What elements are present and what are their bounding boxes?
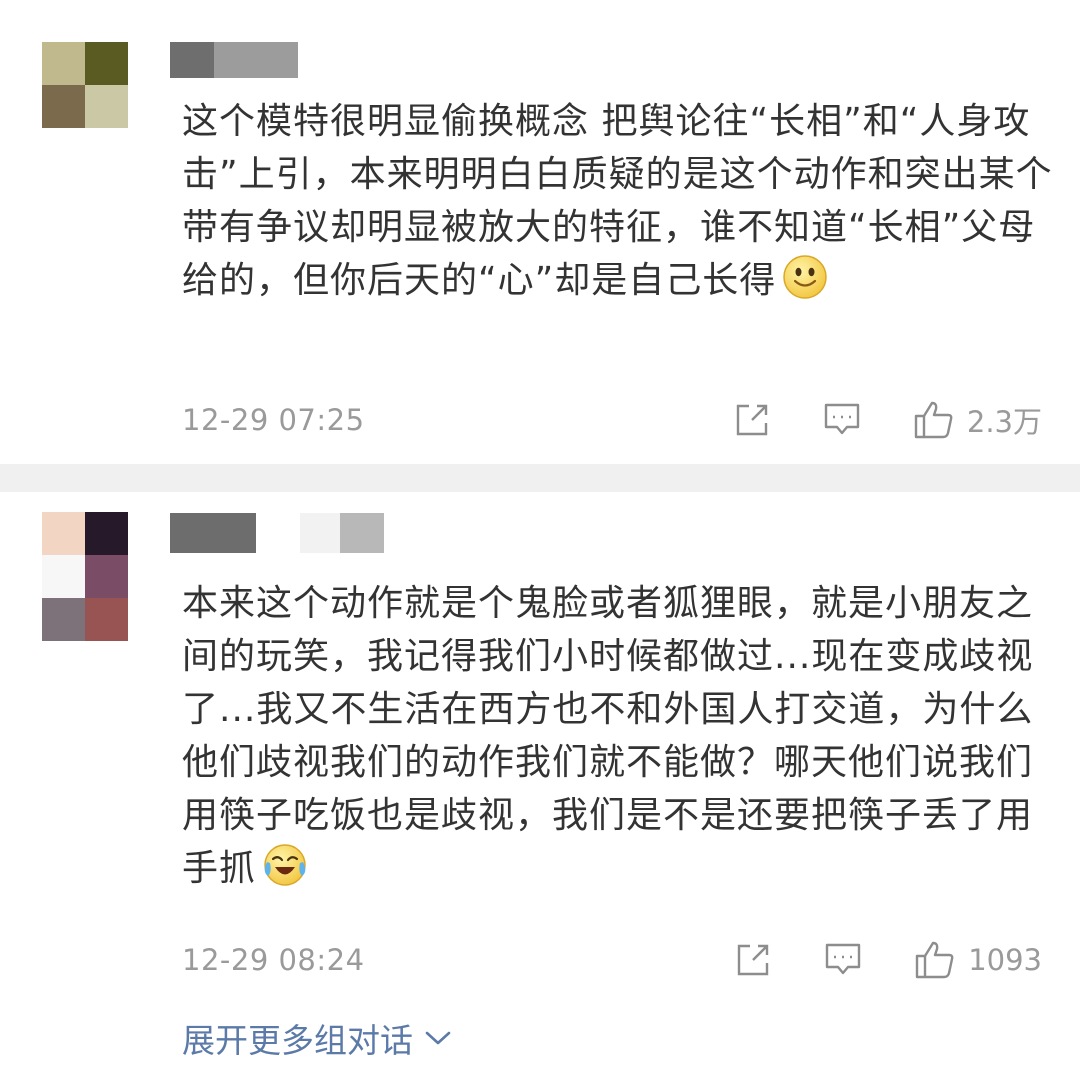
comment-time: 12-29 08:24 <box>182 943 365 977</box>
avatar-pixel <box>85 555 128 598</box>
comment-text: 本来这个动作就是个鬼脸或者狐狸眼，就是小朋友之间的玩笑，我记得我们小时候都做过.… <box>182 577 1062 903</box>
username-blurred[interactable] <box>170 513 384 553</box>
comment-text-content: 这个模特很明显偷换概念 把舆论往“长相”和“人身攻击”上引，本来明明白白质疑的是… <box>182 101 1053 301</box>
avatar[interactable] <box>42 512 128 641</box>
avatar[interactable] <box>42 42 128 128</box>
avatar-pixel <box>42 555 85 598</box>
like-count: 1093 <box>968 943 1042 977</box>
comment-icon <box>824 403 860 435</box>
chevron-down-icon <box>425 1031 451 1045</box>
avatar-pixel <box>85 85 128 128</box>
like-count: 2.3万 <box>966 405 1042 439</box>
share-icon <box>736 404 768 436</box>
username-blurred[interactable] <box>170 42 390 78</box>
avatar-pixel <box>85 512 128 555</box>
thumbs-up-icon <box>915 941 954 979</box>
comment-text-content: 本来这个动作就是个鬼脸或者狐狸眼，就是小朋友之间的玩笑，我记得我们小时候都做过.… <box>182 583 1034 889</box>
avatar-pixel <box>85 42 128 85</box>
reply-button[interactable] <box>823 402 861 438</box>
avatar-pixel <box>42 598 85 641</box>
avatar-pixel <box>42 42 85 85</box>
smile-emoji <box>782 254 828 315</box>
comment-meta: 12-29 08:24 1093 <box>182 940 1042 980</box>
laugh-cry-emoji <box>262 842 308 903</box>
comment-text: 这个模特很明显偷换概念 把舆论往“长相”和“人身攻击”上引，本来明明白白质疑的是… <box>182 95 1062 315</box>
reply-button[interactable] <box>824 942 862 978</box>
like-button[interactable]: 1093 <box>914 940 1042 980</box>
expand-conversation-label: 展开更多组对话 <box>182 1021 413 1060</box>
avatar-pixel <box>42 85 85 128</box>
comment-meta: 12-29 07:25 2.3万 <box>182 400 1042 440</box>
share-icon <box>737 944 769 976</box>
comment-item: 这个模特很明显偷换概念 把舆论往“长相”和“人身攻击”上引，本来明明白白质疑的是… <box>0 0 1080 464</box>
avatar-pixel <box>42 512 85 555</box>
comment-separator <box>0 464 1080 492</box>
comment-time: 12-29 07:25 <box>182 403 365 437</box>
avatar-pixel <box>85 598 128 641</box>
expand-conversation-link[interactable]: 展开更多组对话 <box>182 1014 451 1062</box>
thumbs-up-icon <box>914 401 953 439</box>
share-button[interactable] <box>734 941 772 979</box>
comment-icon <box>825 943 861 975</box>
comment-item: 本来这个动作就是个鬼脸或者狐狸眼，就是小朋友之间的玩笑，我记得我们小时候都做过.… <box>0 492 1080 1075</box>
like-button[interactable]: 2.3万 <box>913 399 1042 441</box>
share-button[interactable] <box>733 401 771 439</box>
